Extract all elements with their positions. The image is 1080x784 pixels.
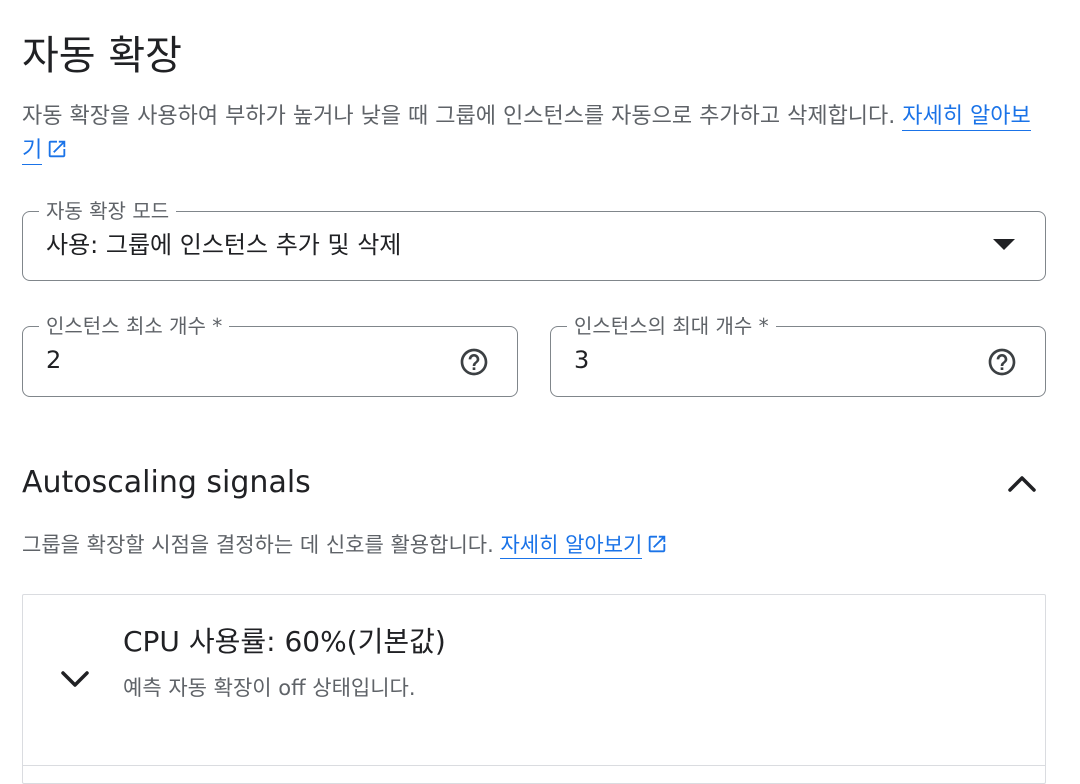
autoscaling-mode-label: 자동 확장 모드 [39, 197, 177, 225]
external-link-icon[interactable] [46, 138, 68, 160]
chevron-down-icon[interactable] [57, 665, 93, 691]
page-title: 자동 확장 [22, 33, 182, 79]
page-description-text: 자동 확장을 사용하여 부하가 높거나 낮을 때 그룹에 인스턴스를 자동으로 … [22, 104, 903, 129]
min-instances-label: 인스턴스 최소 개수 * [39, 312, 230, 340]
cpu-signal-title[interactable]: CPU 사용률: 60%(기본값) [123, 623, 446, 661]
min-instances-input[interactable]: 2 [46, 343, 61, 377]
autoscaling-mode-value: 사용: 그룹에 인스턴스 추가 및 삭제 [46, 231, 402, 259]
signals-learn-more-link[interactable]: 자세히 알아보기 [500, 533, 643, 559]
help-icon[interactable] [986, 346, 1018, 378]
external-link-icon[interactable] [646, 533, 668, 555]
chevron-up-icon[interactable] [1002, 468, 1042, 498]
max-instances-label: 인스턴스의 최대 개수 * [567, 312, 776, 340]
help-icon[interactable] [458, 346, 490, 378]
min-instances-field[interactable]: 인스턴스 최소 개수 * 2 [22, 312, 518, 397]
autoscaling-mode-select[interactable]: 자동 확장 모드 사용: 그룹에 인스턴스 추가 및 삭제 [22, 197, 1046, 281]
max-instances-input[interactable]: 3 [574, 343, 589, 377]
dropdown-arrow-icon[interactable] [993, 239, 1015, 250]
cpu-signal-subtitle: 예측 자동 확장이 off 상태입니다. [123, 676, 416, 700]
page-description: 자동 확장을 사용하여 부하가 높거나 낮을 때 그룹에 인스턴스를 자동으로 … [22, 100, 1047, 168]
signals-description-text: 그룹을 확장할 시점을 결정하는 데 신호를 활용합니다. [22, 533, 501, 557]
autoscaling-signals-heading: Autoscaling signals [22, 465, 311, 500]
signal-panel: CPU 사용률: 60%(기본값) 예측 자동 확장이 off 상태입니다. [22, 594, 1046, 784]
signals-description: 그룹을 확장할 시점을 결정하는 데 신호를 활용합니다. 자세히 알아보기 [22, 529, 668, 561]
max-instances-field[interactable]: 인스턴스의 최대 개수 * 3 [550, 312, 1046, 397]
panel-divider [23, 765, 1045, 766]
